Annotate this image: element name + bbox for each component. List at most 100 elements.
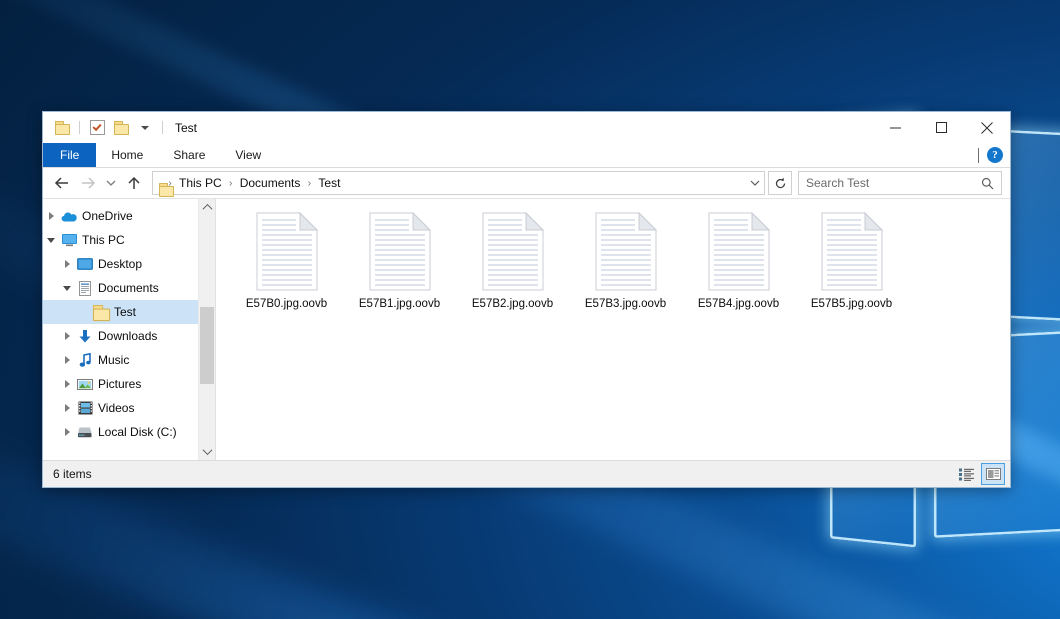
close-button[interactable] bbox=[964, 112, 1010, 143]
downloads-arrow-icon bbox=[75, 324, 95, 348]
file-item[interactable]: E57B5.jpg.oovb bbox=[795, 208, 908, 337]
chevron-down-icon[interactable] bbox=[135, 118, 155, 138]
sidebar-item-music[interactable]: Music bbox=[43, 348, 198, 372]
expander-chevron-right-icon[interactable] bbox=[43, 204, 59, 228]
sidebar-item-label: Documents bbox=[98, 281, 159, 295]
breadcrumb-item-this-pc[interactable]: This PC bbox=[177, 176, 224, 190]
file-grid: E57B0.jpg.oovb bbox=[230, 208, 1010, 337]
explorer-body: OneDrive This PC bbox=[43, 198, 1010, 460]
tab-home[interactable]: Home bbox=[96, 143, 158, 167]
generic-document-icon bbox=[595, 212, 657, 291]
forward-button[interactable] bbox=[75, 170, 101, 196]
ribbon-tab-bar: File Home Share View ? bbox=[43, 143, 1010, 168]
navigation-pane-scrollbar[interactable] bbox=[198, 199, 215, 460]
sidebar-item-label: Desktop bbox=[98, 257, 142, 271]
expand-ribbon-chevron-down-icon[interactable] bbox=[978, 148, 979, 162]
sidebar-item-this-pc[interactable]: This PC bbox=[43, 228, 198, 252]
expander-chevron-right-icon[interactable] bbox=[59, 396, 75, 420]
breadcrumb-item-documents[interactable]: Documents bbox=[238, 176, 303, 190]
recent-locations-chevron-down-icon[interactable] bbox=[101, 170, 121, 196]
tab-view[interactable]: View bbox=[220, 143, 276, 167]
breadcrumb[interactable]: › This PC › Documents › Test bbox=[152, 171, 765, 195]
generic-document-icon bbox=[482, 212, 544, 291]
sidebar-item-desktop[interactable]: Desktop bbox=[43, 252, 198, 276]
large-icons-view-button[interactable] bbox=[981, 463, 1005, 485]
breadcrumb-item-test[interactable]: Test bbox=[316, 176, 342, 190]
folder-icon[interactable] bbox=[52, 118, 72, 138]
documents-icon bbox=[75, 276, 95, 300]
tab-file[interactable]: File bbox=[43, 143, 96, 167]
breadcrumb-separator: › bbox=[302, 178, 316, 189]
sidebar-item-videos[interactable]: Videos bbox=[43, 396, 198, 420]
sidebar-item-downloads[interactable]: Downloads bbox=[43, 324, 198, 348]
file-name: E57B0.jpg.oovb bbox=[246, 298, 327, 310]
file-item[interactable]: E57B2.jpg.oovb bbox=[456, 208, 569, 337]
sidebar-item-pictures[interactable]: Pictures bbox=[43, 372, 198, 396]
expander-chevron-down-icon[interactable] bbox=[43, 228, 59, 252]
sidebar-item-test[interactable]: Test bbox=[43, 300, 198, 324]
file-item[interactable]: E57B4.jpg.oovb bbox=[682, 208, 795, 337]
expander-placeholder bbox=[75, 300, 91, 324]
sidebar-item-onedrive[interactable]: OneDrive bbox=[43, 204, 198, 228]
item-count-label: 6 items bbox=[53, 467, 92, 481]
minimize-button[interactable] bbox=[872, 112, 918, 143]
properties-icon[interactable] bbox=[87, 118, 107, 138]
generic-document-icon bbox=[821, 212, 883, 291]
desktop: Test File Home Share View ? bbox=[0, 0, 1060, 619]
generic-document-icon bbox=[256, 212, 318, 291]
sidebar-item-label: Videos bbox=[98, 401, 134, 415]
refresh-icon[interactable] bbox=[768, 171, 792, 195]
expander-chevron-right-icon[interactable] bbox=[59, 348, 75, 372]
file-explorer-window: Test File Home Share View ? bbox=[42, 111, 1011, 488]
generic-document-icon bbox=[708, 212, 770, 291]
details-view-button[interactable] bbox=[955, 464, 977, 484]
scrollbar-track[interactable] bbox=[199, 216, 215, 443]
window-title: Test bbox=[175, 121, 197, 135]
ribbon-right-controls: ? bbox=[978, 143, 1010, 167]
toolbar-separator bbox=[79, 121, 80, 134]
file-item[interactable]: E57B3.jpg.oovb bbox=[569, 208, 682, 337]
previous-locations-chevron-down-icon[interactable] bbox=[746, 173, 764, 193]
generic-document-icon bbox=[369, 212, 431, 291]
view-mode-buttons bbox=[955, 463, 1005, 485]
file-name: E57B4.jpg.oovb bbox=[698, 298, 779, 310]
status-bar: 6 items bbox=[43, 460, 1010, 487]
sidebar-item-label: Test bbox=[114, 305, 136, 319]
pictures-icon bbox=[75, 372, 95, 396]
desktop-icon bbox=[75, 252, 95, 276]
expander-chevron-right-icon[interactable] bbox=[59, 324, 75, 348]
hard-disk-icon bbox=[75, 420, 95, 444]
folder-icon bbox=[91, 300, 111, 324]
title-bar: Test bbox=[43, 112, 1010, 143]
expander-chevron-right-icon[interactable] bbox=[59, 420, 75, 444]
new-folder-icon[interactable] bbox=[111, 118, 131, 138]
sidebar-item-label: Pictures bbox=[98, 377, 141, 391]
sidebar-item-documents[interactable]: Documents bbox=[43, 276, 198, 300]
sidebar-item-label: OneDrive bbox=[82, 209, 133, 223]
up-button[interactable] bbox=[121, 170, 147, 196]
onedrive-cloud-icon bbox=[59, 204, 79, 228]
search-icon[interactable] bbox=[981, 177, 1001, 190]
search-input[interactable]: Search Test bbox=[798, 171, 1002, 195]
back-button[interactable] bbox=[49, 170, 75, 196]
file-item[interactable]: E57B0.jpg.oovb bbox=[230, 208, 343, 337]
expander-chevron-right-icon[interactable] bbox=[59, 372, 75, 396]
scroll-up-button[interactable] bbox=[199, 199, 215, 216]
tab-share[interactable]: Share bbox=[158, 143, 220, 167]
scrollbar-thumb[interactable] bbox=[200, 307, 214, 384]
maximize-button[interactable] bbox=[918, 112, 964, 143]
file-name: E57B1.jpg.oovb bbox=[359, 298, 440, 310]
expander-chevron-right-icon[interactable] bbox=[59, 252, 75, 276]
scroll-down-button[interactable] bbox=[199, 443, 215, 460]
quick-access-toolbar bbox=[43, 118, 166, 138]
expander-chevron-down-icon[interactable] bbox=[59, 276, 75, 300]
file-item[interactable]: E57B1.jpg.oovb bbox=[343, 208, 456, 337]
help-icon[interactable]: ? bbox=[987, 147, 1003, 163]
file-name: E57B3.jpg.oovb bbox=[585, 298, 666, 310]
file-list-view[interactable]: E57B0.jpg.oovb bbox=[215, 199, 1010, 460]
search-placeholder: Search Test bbox=[799, 176, 981, 190]
sidebar-item-label: Local Disk (C:) bbox=[98, 425, 177, 439]
sidebar-item-local-disk-c[interactable]: Local Disk (C:) bbox=[43, 420, 198, 444]
address-bar: › This PC › Documents › Test Search Test bbox=[43, 168, 1010, 198]
sidebar-item-label: This PC bbox=[82, 233, 125, 247]
